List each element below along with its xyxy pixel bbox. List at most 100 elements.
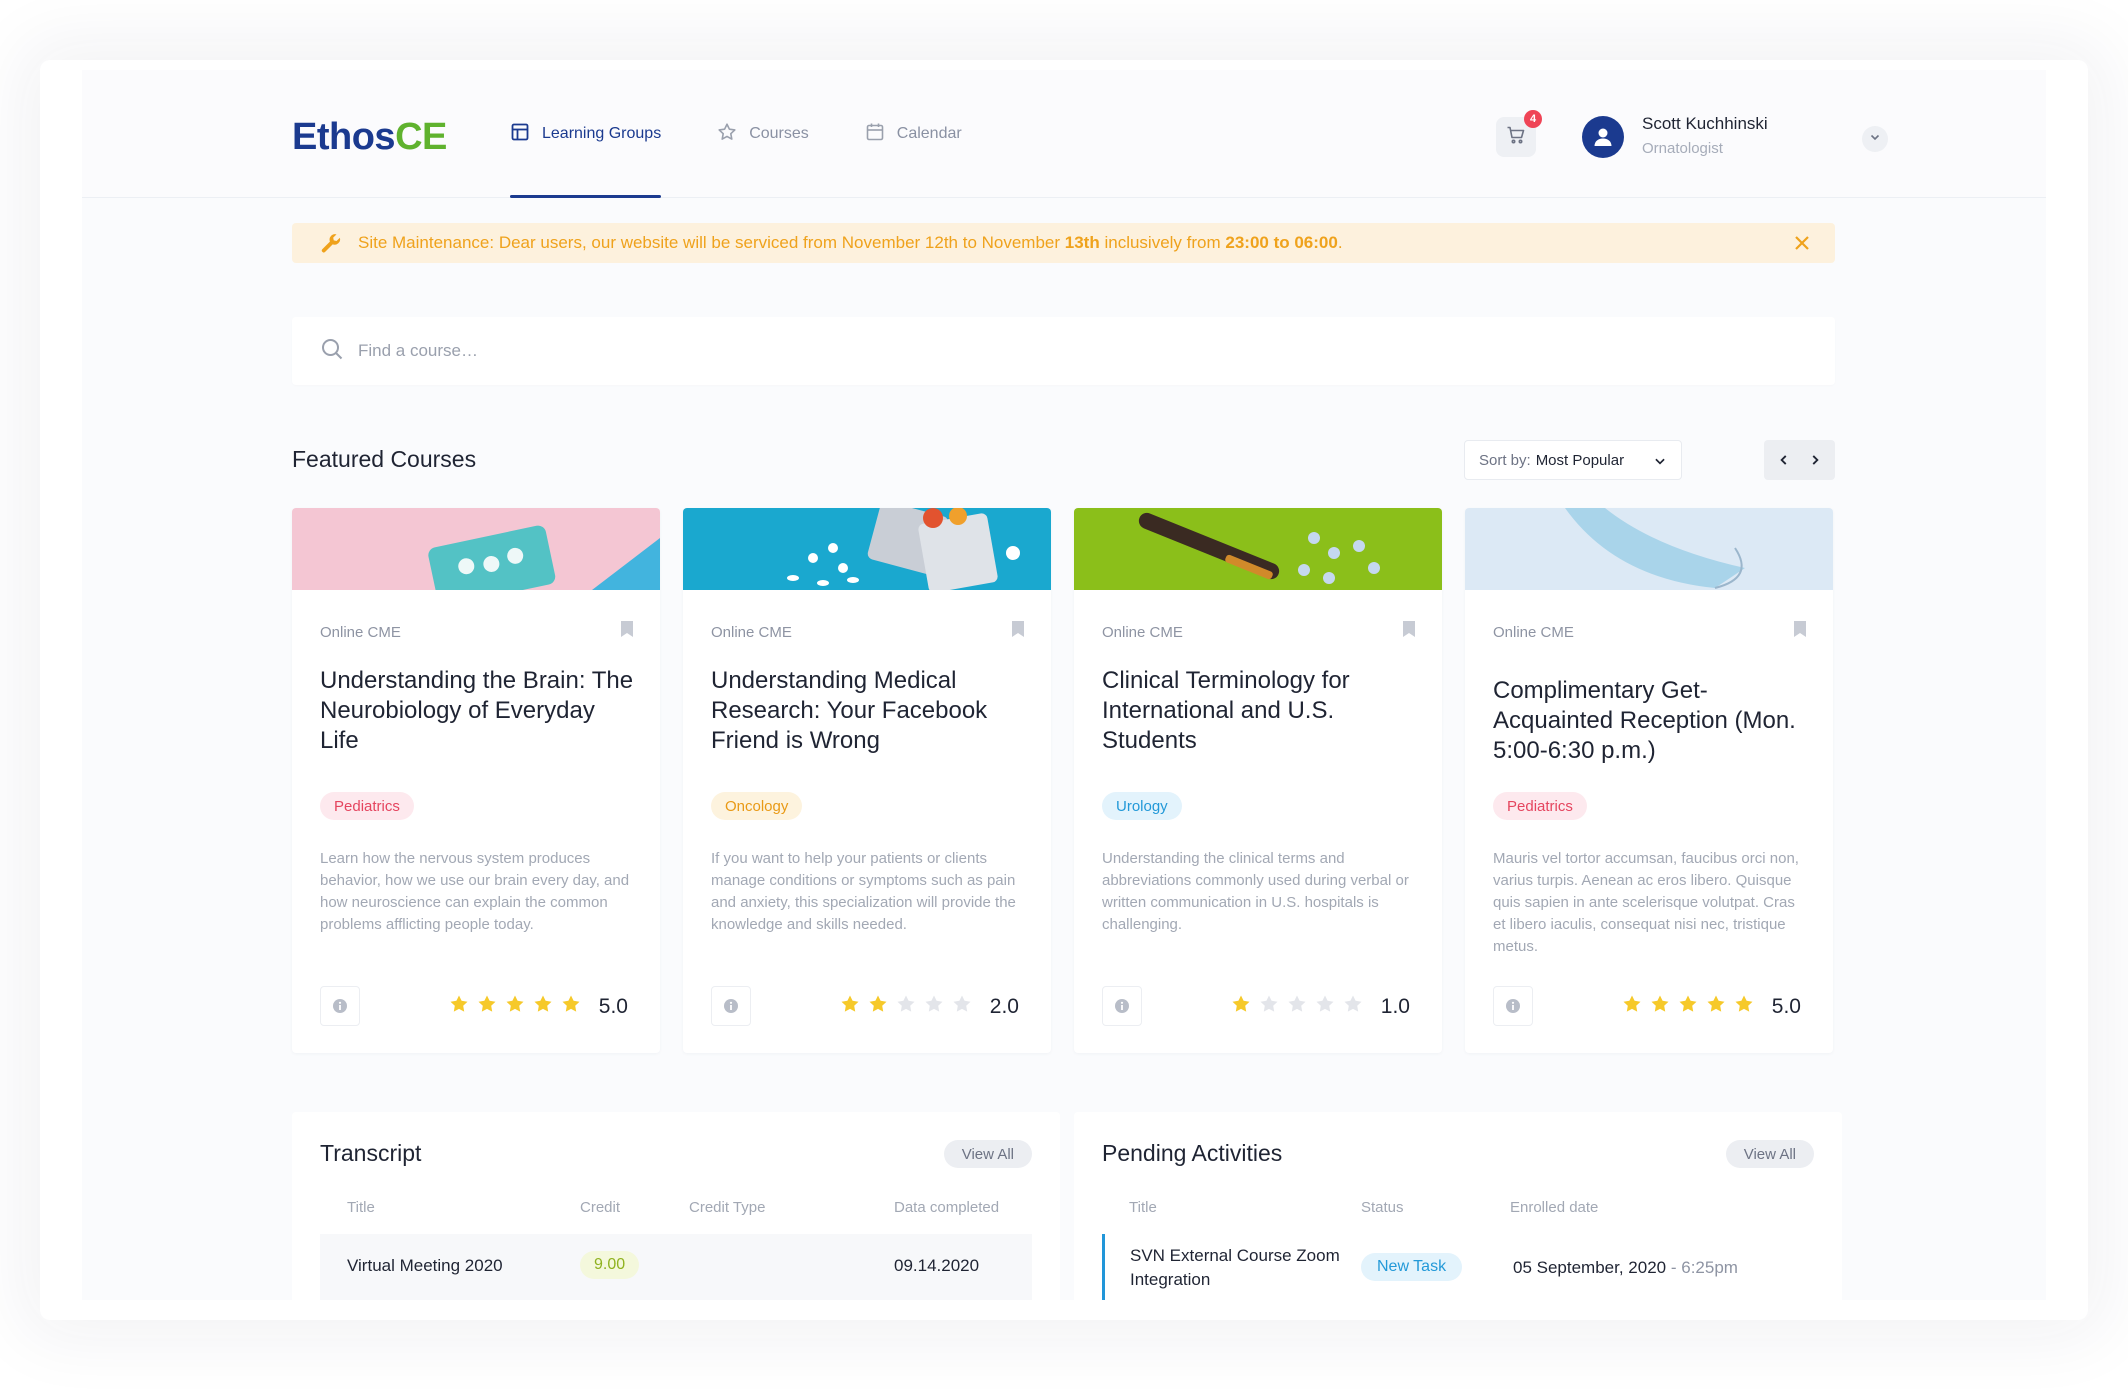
course-description: Understanding the clinical terms and abb… bbox=[1102, 850, 1409, 933]
banner-message: Site Maintenance: Dear users, our websit… bbox=[358, 233, 1343, 252]
credit-badge: 9.00 bbox=[580, 1251, 640, 1279]
transcript-title: Transcript bbox=[320, 1140, 422, 1166]
course-card[interactable]: Online CME Complimentary Get-Acquainted … bbox=[1465, 508, 1833, 1053]
nav-label: Courses bbox=[749, 125, 809, 142]
cart-button[interactable]: 4 bbox=[1496, 110, 1542, 157]
sort-dropdown[interactable]: Sort by: Most Popular bbox=[1464, 440, 1682, 480]
transcript-panel: Transcript View All Title Credit Credit … bbox=[292, 1112, 1060, 1300]
course-tag: Urology bbox=[1102, 792, 1182, 820]
course-title[interactable]: Complimentary Get-Acquainted Reception (… bbox=[1493, 676, 1809, 766]
chevron-down-icon bbox=[1869, 130, 1881, 148]
star-empty-icon bbox=[924, 994, 944, 1019]
pending-title: Pending Activities bbox=[1102, 1140, 1283, 1166]
rating-value: 5.0 bbox=[1771, 994, 1801, 1018]
info-button[interactable] bbox=[1102, 986, 1142, 1026]
column-header: Credit Type bbox=[689, 1199, 766, 1216]
info-button[interactable] bbox=[1493, 986, 1533, 1026]
table-row[interactable]: Virtual Meeting 2020 9.00 09.14.2020 bbox=[320, 1234, 1032, 1300]
table-row[interactable]: SVN External Course Zoom Integration New… bbox=[1102, 1234, 1814, 1300]
transcript-view-all-button[interactable]: View All bbox=[943, 1140, 1032, 1168]
nav-learning-groups[interactable]: Learning Groups bbox=[510, 70, 662, 198]
row-enrolled-date: 05 September, 2020 - 6:25pm bbox=[1513, 1258, 1738, 1277]
star-rating bbox=[1231, 994, 1363, 1019]
star-filled-icon bbox=[505, 994, 525, 1019]
star-empty-icon bbox=[1287, 994, 1307, 1019]
course-tag: Oncology bbox=[711, 792, 803, 820]
bookmark-icon[interactable] bbox=[620, 620, 634, 643]
rating-value: 2.0 bbox=[989, 994, 1019, 1018]
course-card[interactable]: Online CME Understanding the Brain: The … bbox=[292, 508, 660, 1053]
calendar-icon bbox=[865, 122, 885, 147]
chevron-right-icon bbox=[1812, 455, 1819, 465]
nav-calendar[interactable]: Calendar bbox=[865, 70, 962, 198]
course-search bbox=[292, 317, 1835, 385]
course-description: If you want to help your patients or cli… bbox=[711, 850, 1016, 933]
star-filled-icon bbox=[840, 994, 860, 1019]
row-date: 09.14.2020 bbox=[894, 1256, 980, 1275]
course-category: Online CME bbox=[320, 624, 401, 641]
course-image bbox=[683, 508, 1051, 590]
avatar[interactable] bbox=[1582, 116, 1624, 158]
nav-courses[interactable]: Courses bbox=[717, 70, 809, 198]
rating-value: 1.0 bbox=[1380, 994, 1410, 1018]
chevron-down-icon bbox=[1653, 454, 1667, 472]
row-title: SVN External Course Zoom Integration bbox=[1130, 1246, 1340, 1289]
main-nav: Learning Groups Courses Calendar bbox=[510, 70, 1018, 198]
star-filled-icon bbox=[449, 994, 469, 1019]
bookmark-icon[interactable] bbox=[1011, 620, 1025, 643]
bookmark-icon[interactable] bbox=[1402, 620, 1416, 643]
nav-label: Learning Groups bbox=[542, 125, 662, 142]
course-title[interactable]: Understanding the Brain: The Neurobiolog… bbox=[320, 666, 636, 756]
nav-label: Calendar bbox=[896, 125, 962, 142]
search-input[interactable] bbox=[358, 341, 958, 361]
course-rating: 1.0 bbox=[1231, 994, 1410, 1019]
bookmark-icon[interactable] bbox=[1793, 620, 1807, 643]
info-icon bbox=[1115, 999, 1129, 1013]
star-filled-icon bbox=[1650, 994, 1670, 1019]
course-image bbox=[1074, 508, 1442, 590]
course-rating: 5.0 bbox=[449, 994, 628, 1019]
course-title[interactable]: Understanding Medical Research: Your Fac… bbox=[711, 666, 1027, 756]
close-banner-button[interactable] bbox=[1791, 232, 1813, 259]
carousel-next-button[interactable] bbox=[1795, 440, 1835, 480]
star-filled-icon bbox=[1678, 994, 1698, 1019]
star-filled-icon bbox=[477, 994, 497, 1019]
course-category: Online CME bbox=[711, 624, 792, 641]
course-description: Mauris vel tortor accumsan, faucibus orc… bbox=[1493, 850, 1799, 955]
rating-value: 5.0 bbox=[598, 994, 628, 1018]
course-card[interactable]: Online CME Clinical Terminology for Inte… bbox=[1074, 508, 1442, 1053]
app-window: EthosCE Learning Groups Courses Calendar bbox=[82, 70, 2046, 1300]
star-empty-icon bbox=[896, 994, 916, 1019]
course-category: Online CME bbox=[1102, 624, 1183, 641]
course-image bbox=[1465, 508, 1833, 590]
info-icon bbox=[724, 999, 738, 1013]
pending-view-all-button[interactable]: View All bbox=[1725, 1140, 1814, 1168]
course-title[interactable]: Clinical Terminology for International a… bbox=[1102, 666, 1418, 756]
user-menu-button[interactable] bbox=[1862, 126, 1888, 152]
info-icon bbox=[333, 999, 347, 1013]
column-header: Enrolled date bbox=[1510, 1199, 1599, 1216]
info-button[interactable] bbox=[320, 986, 360, 1026]
course-rating: 2.0 bbox=[840, 994, 1019, 1019]
layout-icon bbox=[510, 122, 530, 147]
star-icon bbox=[717, 122, 737, 147]
info-icon bbox=[1506, 999, 1520, 1013]
info-button[interactable] bbox=[711, 986, 751, 1026]
star-empty-icon bbox=[952, 994, 972, 1019]
star-empty-icon bbox=[1343, 994, 1363, 1019]
course-card[interactable]: Online CME Understanding Medical Researc… bbox=[683, 508, 1051, 1053]
top-header: EthosCE Learning Groups Courses Calendar bbox=[82, 70, 2046, 198]
star-rating bbox=[840, 994, 972, 1019]
cart-count-badge: 4 bbox=[1524, 110, 1542, 128]
user-role: Ornatologist bbox=[1642, 140, 1723, 157]
featured-courses-title: Featured Courses bbox=[292, 446, 477, 472]
course-image bbox=[292, 508, 660, 590]
cart-icon bbox=[1506, 125, 1526, 150]
status-badge: New Task bbox=[1361, 1253, 1463, 1281]
brand-logo[interactable]: EthosCE bbox=[292, 116, 447, 159]
column-header: Title bbox=[347, 1199, 375, 1216]
pending-activities-panel: Pending Activities View All Title Status… bbox=[1074, 1112, 1842, 1300]
course-description: Learn how the nervous system produces be… bbox=[320, 850, 630, 933]
banner-label: Site Maintenance: bbox=[358, 233, 495, 252]
star-filled-icon bbox=[1622, 994, 1642, 1019]
